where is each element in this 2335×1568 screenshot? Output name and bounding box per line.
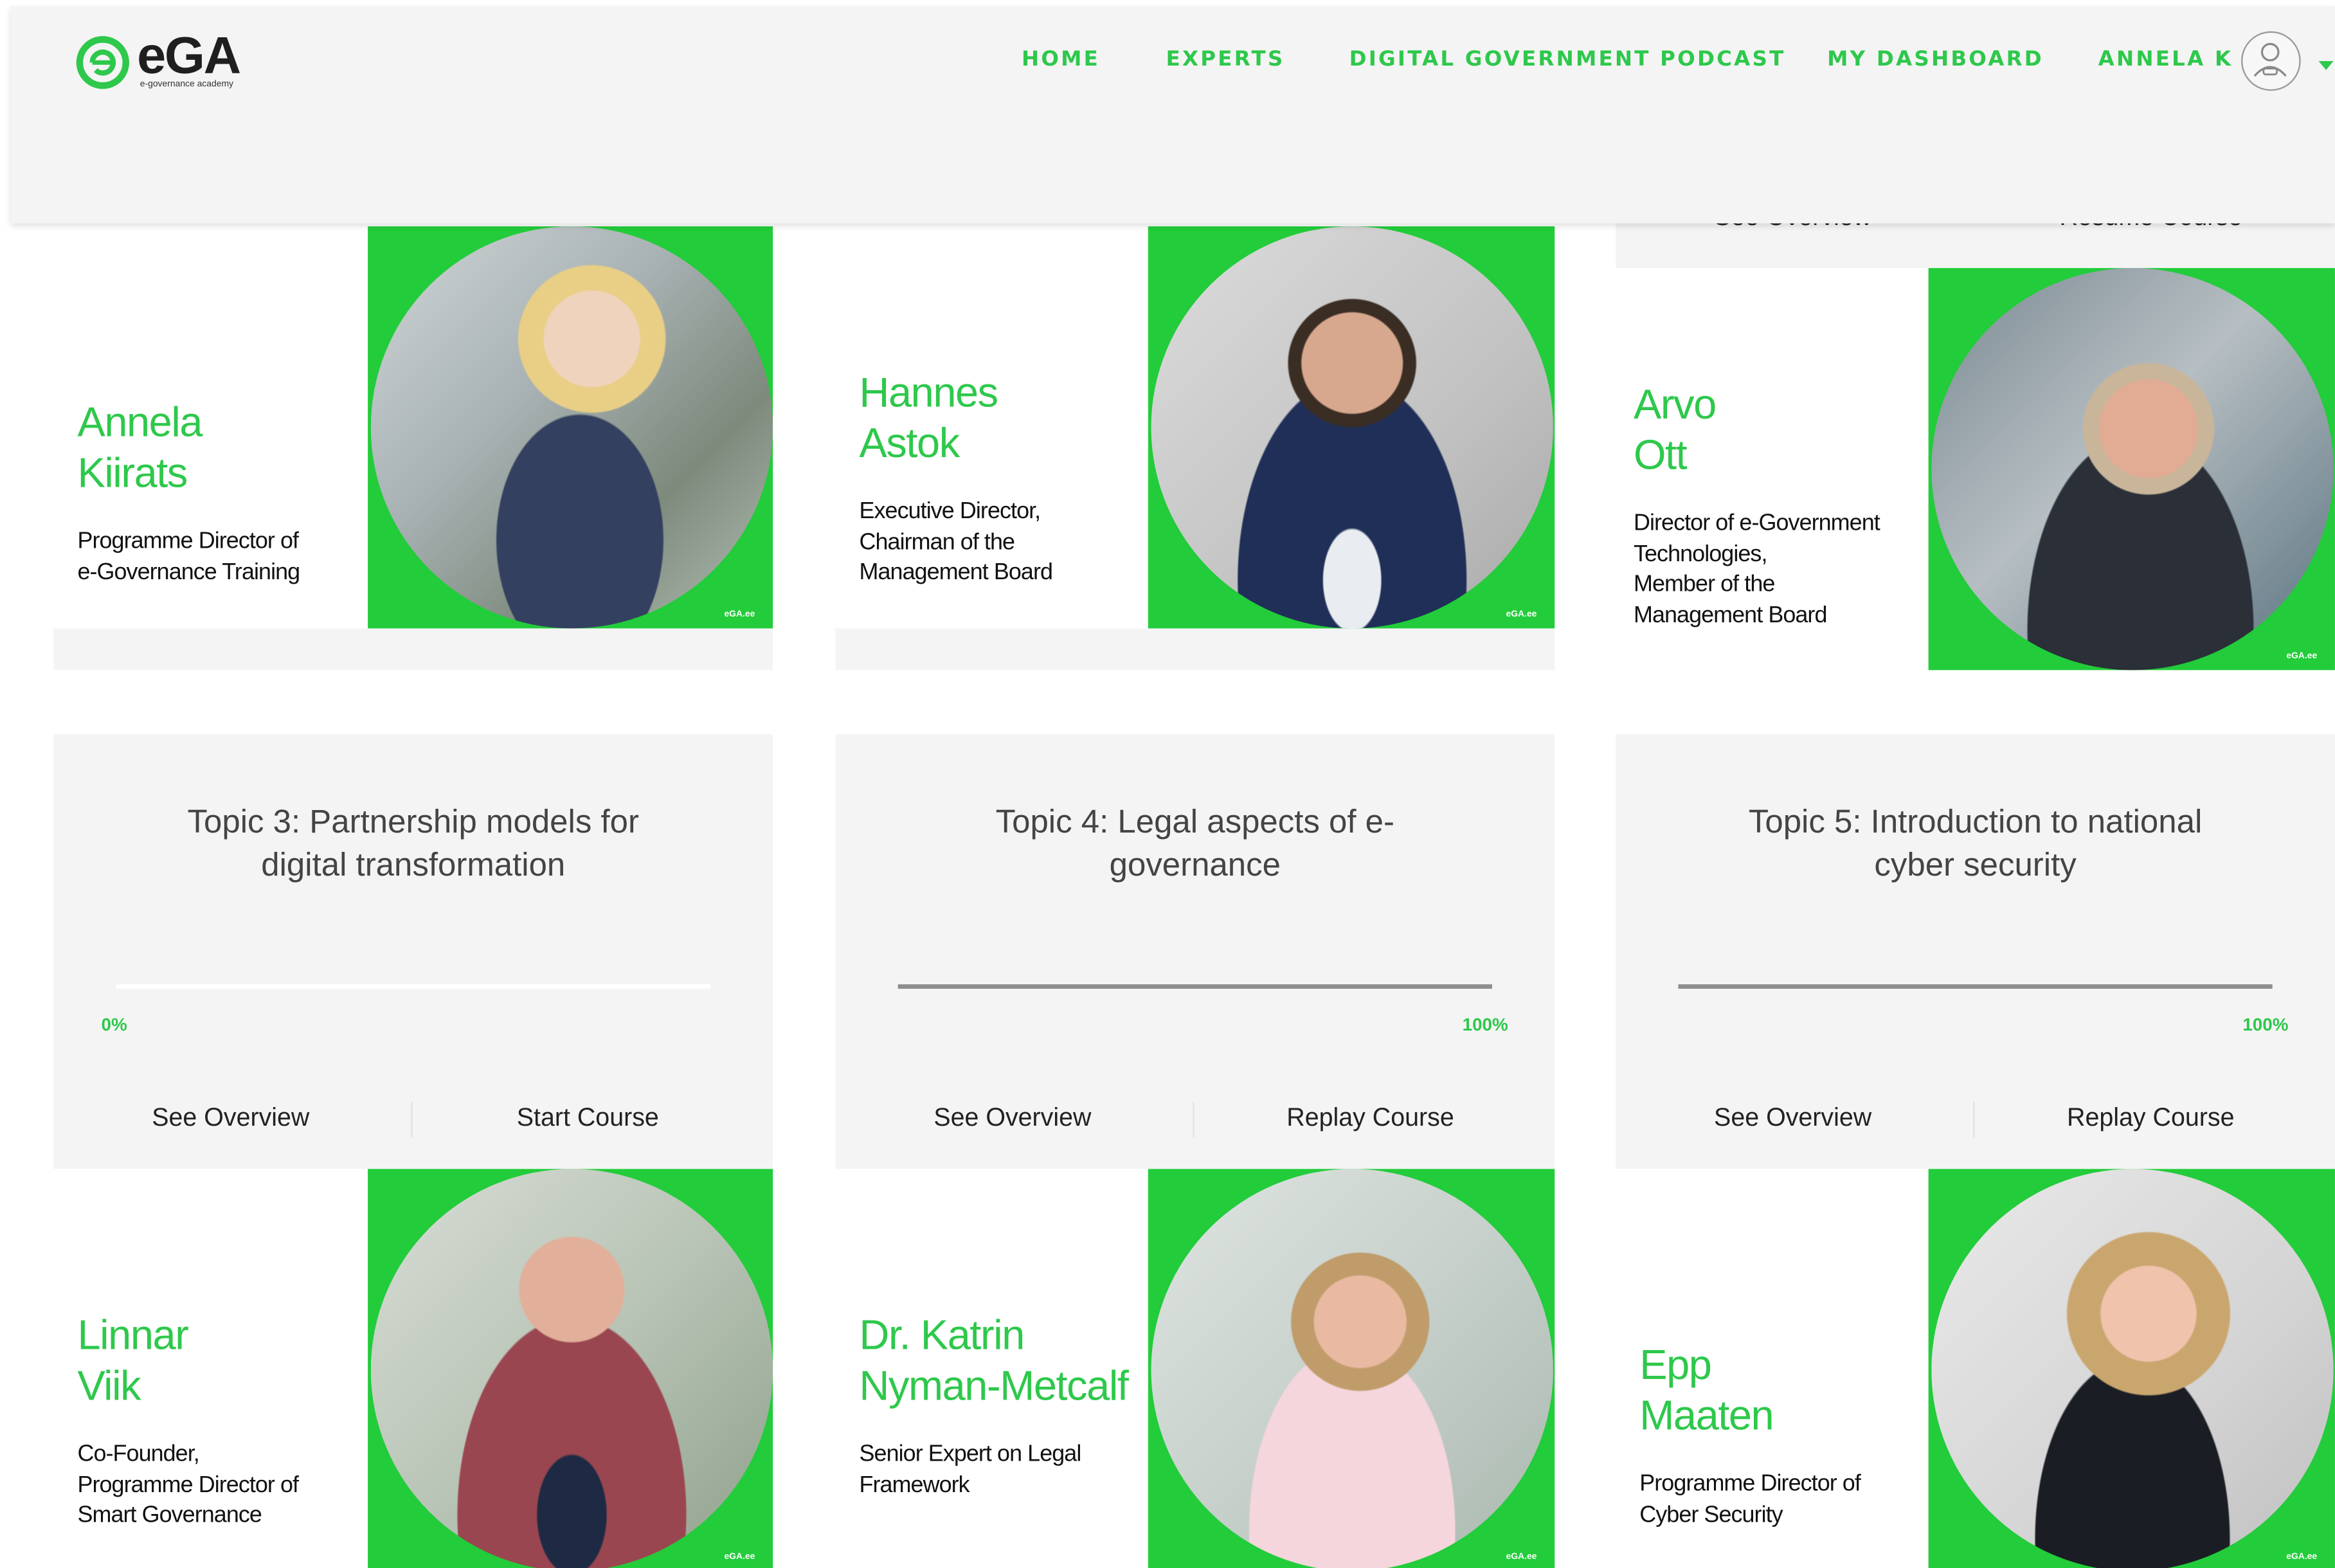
photo-watermark: eGA.ee: [1506, 610, 1537, 620]
expert-name: Dr. Katrin Nyman-Metcalf: [859, 1311, 1129, 1409]
see-overview-button[interactable]: See Overview: [933, 1103, 1091, 1133]
logo-subtitle: e-governance academy: [140, 80, 234, 89]
expert-card-footer: [835, 628, 1555, 671]
see-overview-button[interactable]: See Overview: [152, 1103, 309, 1133]
expert-name: Hannes Astok: [859, 369, 999, 467]
topic-card: Topic 4: Legal aspects of e- governance …: [835, 734, 1555, 1169]
progress-bar: [116, 984, 710, 989]
expert-photo-frame: eGA.ee: [1928, 1169, 2335, 1568]
nav-digital-government-podcast[interactable]: DIGITAL GOVERNMENT PODCAST: [1349, 48, 1786, 84]
expert-card: Annela Kiirats Programme Director of e-G…: [53, 226, 773, 629]
nav-experts[interactable]: EXPERTS: [1166, 48, 1285, 84]
nav-home[interactable]: HOME: [1022, 48, 1100, 84]
expert-photo: [370, 226, 773, 629]
button-divider: [1193, 1102, 1195, 1138]
expert-photo-frame: eGA.ee: [1148, 226, 1555, 629]
expert-name: Annela Kiirats: [77, 399, 203, 496]
topic-title: Topic 5: Introduction to national cyber …: [1748, 802, 2203, 883]
expert-card-footer: [53, 628, 773, 671]
start-course-button[interactable]: Start Course: [517, 1103, 659, 1133]
expert-name: Linnar Viik: [77, 1311, 188, 1409]
photo-watermark: eGA.ee: [2286, 1553, 2318, 1562]
page: eGA e-governance academy HOME EXPERTS DI…: [0, 0, 2335, 1568]
replay-course-button[interactable]: Replay Course: [1286, 1103, 1454, 1133]
expert-photo-frame: eGA.ee: [1928, 267, 2335, 671]
photo-watermark: eGA.ee: [2286, 652, 2318, 662]
ega-logo[interactable]: eGA e-governance academy: [76, 26, 262, 95]
expert-role: Senior Expert on Legal Framework: [859, 1441, 1082, 1498]
expert-card: Epp Maaten Programme Director of Cyber S…: [1616, 1169, 2335, 1568]
expert-photo: [1151, 226, 1553, 629]
expert-name: Epp Maaten: [1639, 1341, 1774, 1439]
topic-card: Topic 5: Introduction to national cyber …: [1616, 734, 2335, 1169]
expert-card: Arvo Ott Director of e-Government Techno…: [1616, 267, 2335, 671]
expert-photo: [1931, 267, 2334, 671]
expert-photo-frame: eGA.ee: [368, 226, 773, 629]
expert-role: Programme Director of e-Governance Train…: [77, 528, 300, 585]
topic-card: Topic 3: Partnership models for digital …: [53, 734, 773, 1169]
expert-card: Dr. Katrin Nyman-Metcalf Senior Expert o…: [835, 1169, 1555, 1568]
user-avatar-icon[interactable]: [2241, 31, 2301, 91]
progress-percent: 100%: [1462, 1014, 1508, 1035]
topic-title: Topic 4: Legal aspects of e- governance: [995, 802, 1394, 883]
expert-photo-frame: eGA.ee: [368, 1169, 773, 1568]
expert-role: Executive Director, Chairman of the Mana…: [859, 498, 1053, 586]
expert-photo: [1931, 1169, 2334, 1568]
progress-percent: 0%: [101, 1014, 127, 1035]
expert-role: Programme Director of Cyber Security: [1639, 1471, 1861, 1527]
progress-bar: [1678, 984, 2273, 989]
chevron-down-icon[interactable]: [2318, 60, 2334, 70]
expert-role: Co-Founder, Programme Director of Smart …: [77, 1441, 299, 1528]
progress-bar: [897, 984, 1492, 989]
nav-my-dashboard[interactable]: MY DASHBOARD: [1827, 48, 2044, 84]
expert-role: Director of e-Government Technologies, M…: [1633, 510, 1880, 628]
expert-photo: [1151, 1169, 1553, 1568]
topic-title: Topic 3: Partnership models for digital …: [187, 802, 639, 883]
replay-course-button[interactable]: Replay Course: [2067, 1103, 2234, 1133]
expert-name: Arvo Ott: [1633, 381, 1717, 478]
expert-card: Hannes Astok Executive Director, Chairma…: [835, 226, 1555, 629]
progress-bar-fill: [1678, 984, 2273, 989]
button-divider: [1973, 1102, 1975, 1138]
expert-card: Linnar Viik Co-Founder, Programme Direct…: [53, 1169, 773, 1568]
logo-text: eGA: [137, 26, 241, 86]
top-navbar: eGA e-governance academy HOME EXPERTS DI…: [10, 6, 2335, 224]
photo-watermark: eGA.ee: [724, 1553, 755, 1562]
ega-logo-icon: [76, 36, 129, 89]
user-menu-name[interactable]: ANNELA K: [2098, 48, 2233, 84]
button-divider: [411, 1102, 413, 1138]
progress-percent: 100%: [2242, 1014, 2289, 1035]
expert-photo: [370, 1169, 773, 1568]
photo-watermark: eGA.ee: [724, 610, 755, 620]
photo-watermark: eGA.ee: [1506, 1553, 1537, 1562]
progress-bar-fill: [897, 984, 1492, 989]
see-overview-button[interactable]: See Overview: [1714, 1103, 1871, 1133]
expert-photo-frame: eGA.ee: [1148, 1169, 1555, 1568]
